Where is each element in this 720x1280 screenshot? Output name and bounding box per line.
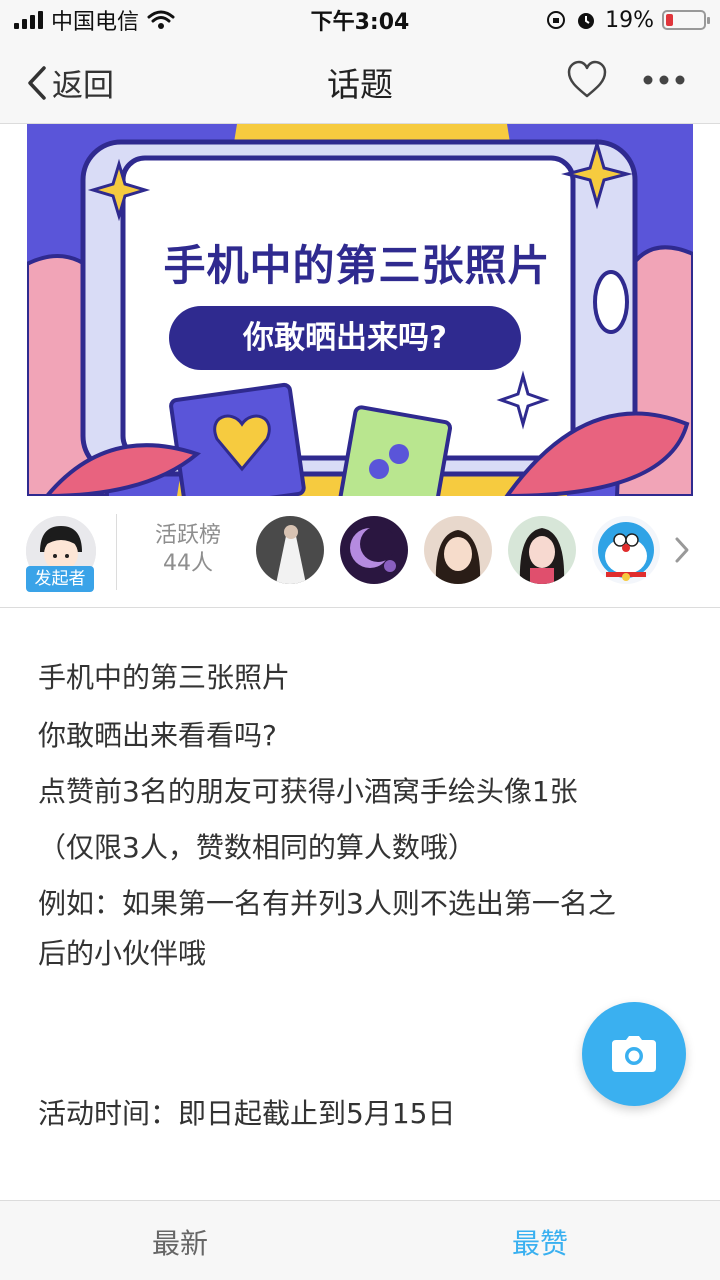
chevron-right-icon[interactable] xyxy=(674,536,690,564)
participant-avatar-image xyxy=(508,516,576,584)
orientation-lock-icon xyxy=(547,11,566,29)
participant-avatar[interactable] xyxy=(508,516,576,584)
camera-button[interactable] xyxy=(582,1002,686,1106)
tab-top-liked[interactable]: 最赞 xyxy=(360,1201,720,1280)
description-line: 点赞前3名的朋友可获得小酒窝手绘头像1张 xyxy=(38,775,578,808)
topic-description: 手机中的第三张照片 你敢晒出来看看吗? 点赞前3名的朋友可获得小酒窝手绘头像1张… xyxy=(0,608,720,1200)
participant-avatar-image xyxy=(592,516,660,584)
participant-avatar[interactable] xyxy=(592,516,660,584)
status-bar: 中国电信 下午3:04 19% xyxy=(0,0,720,40)
participant-avatar[interactable] xyxy=(424,516,492,584)
divider xyxy=(116,514,117,590)
alarm-icon xyxy=(578,13,595,29)
wifi-icon xyxy=(147,10,175,29)
favorite-heart-icon[interactable] xyxy=(566,60,608,100)
rank-label: 活跃榜 xyxy=(154,523,221,548)
rank-count: 44人 xyxy=(163,551,213,576)
description-line: 例如：如果第一名有并列3人则不选出第一名之 xyxy=(38,887,616,920)
banner-title: 手机中的第三张照片 xyxy=(163,241,551,290)
battery-level xyxy=(666,14,673,26)
description-line: 后的小伙伴哦 xyxy=(38,937,207,970)
status-left: 中国电信 xyxy=(14,4,175,36)
participant-avatar[interactable] xyxy=(256,516,324,584)
banner-subtitle: 你敢晒出来吗? xyxy=(169,306,521,370)
status-right: 19% xyxy=(545,7,710,33)
participant-avatar-image xyxy=(424,516,492,584)
description-line: 你敢晒出来看看吗? xyxy=(38,719,277,752)
bottom-tab-bar: 最新 最赞 xyxy=(0,1200,720,1280)
initiator[interactable]: 发起者 xyxy=(26,516,96,592)
participant-avatar-image xyxy=(340,516,408,584)
topic-banner: 手机中的第三张照片 你敢晒出来吗? xyxy=(27,124,693,496)
nav-bar: 返回 话题 xyxy=(0,40,720,124)
signal-icon xyxy=(14,11,43,29)
more-options-icon[interactable] xyxy=(640,60,688,100)
camera-icon xyxy=(612,1036,656,1072)
description-line: （仅限3人，赞数相同的算人数哦） xyxy=(38,831,476,864)
participants-row: 发起者 活跃榜 44人 xyxy=(0,496,720,608)
battery-icon xyxy=(662,10,710,30)
initiator-badge: 发起者 xyxy=(26,566,94,592)
carrier-label: 中国电信 xyxy=(51,10,140,35)
participant-avatar[interactable] xyxy=(340,516,408,584)
battery-percent: 19% xyxy=(605,7,654,33)
page-title: 话题 xyxy=(327,65,393,104)
active-rank[interactable]: 活跃榜 44人 xyxy=(140,522,236,578)
tab-newest[interactable]: 最新 xyxy=(0,1201,360,1280)
participant-avatar-image xyxy=(256,516,324,584)
description-line: 手机中的第三张照片 xyxy=(38,661,291,694)
activity-time: 活动时间：即日起截止到5月15日 xyxy=(38,1097,456,1130)
